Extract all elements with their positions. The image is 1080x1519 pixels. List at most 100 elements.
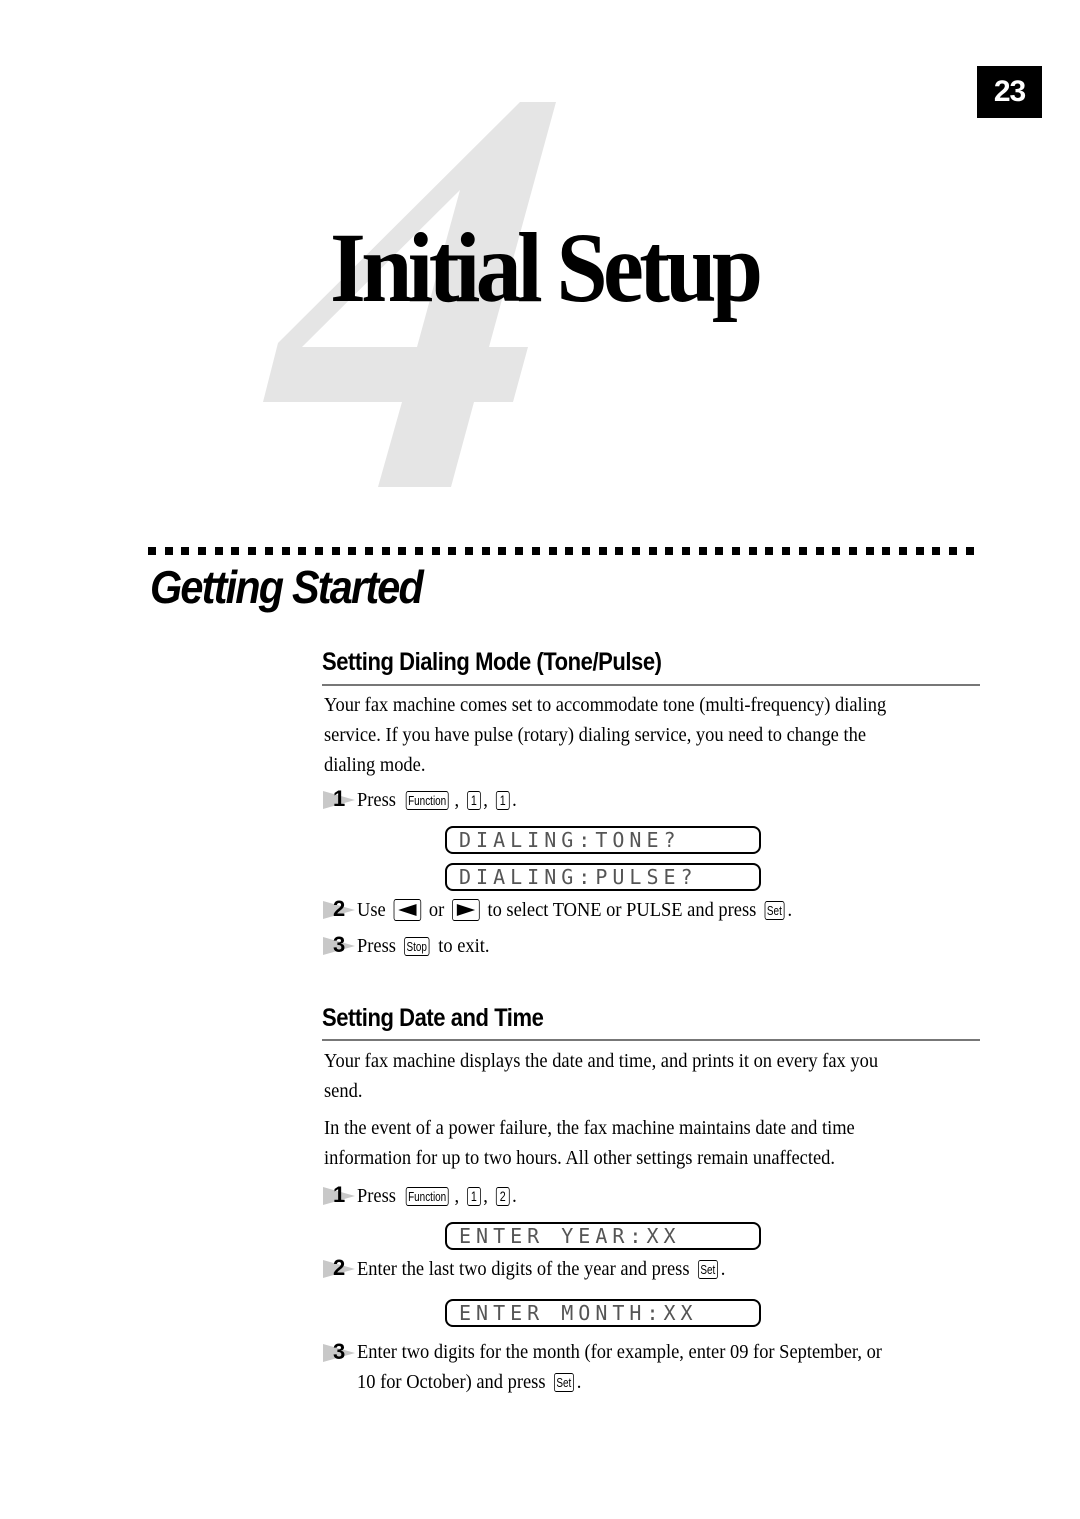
- divider-square: [231, 547, 240, 555]
- divider-square: [465, 547, 474, 555]
- divider-square: [364, 547, 373, 555]
- divider-square: [164, 547, 173, 555]
- page-number-badge: 23: [977, 66, 1042, 118]
- divider-square: [848, 547, 857, 555]
- paragraph-line: Your fax machine comes set to accommodat…: [324, 694, 887, 716]
- step-marker: 1: [323, 786, 357, 812]
- lcd-display: DIALING:PULSE?: [445, 863, 761, 891]
- step-number: 2: [333, 896, 346, 921]
- step-text: Use: [357, 898, 386, 921]
- step-text: Press: [357, 934, 396, 957]
- divider-square: [915, 547, 924, 555]
- divider-square: [198, 547, 207, 555]
- step-marker: 2: [323, 896, 357, 922]
- function-key[interactable]: Function: [406, 790, 449, 810]
- left-arrow-icon: [398, 904, 417, 916]
- dialing-step-2: 2 Use or to select TONE or PULSE and pre…: [323, 896, 840, 922]
- dialing-step-1: 1 Press Function, 1, 1.: [323, 786, 535, 812]
- divider-square: [832, 547, 841, 555]
- step-text: to exit.: [438, 934, 490, 957]
- divider-square: [865, 547, 874, 555]
- divider-square: [949, 547, 957, 555]
- divider-square: [331, 547, 340, 555]
- divider-square: [548, 547, 557, 555]
- step-text: .: [512, 1184, 517, 1207]
- step-marker: 1: [323, 1182, 357, 1208]
- divider-square: [882, 547, 891, 555]
- step-text: Press: [357, 788, 396, 811]
- lcd-display: ENTER MONTH:XX: [445, 1299, 761, 1327]
- set-key[interactable]: Set: [764, 900, 784, 920]
- set-key[interactable]: Set: [697, 1259, 718, 1279]
- step-text: Enter two digits for the month (for exam…: [357, 1341, 882, 1363]
- paragraph-line: dialing mode.: [324, 754, 426, 776]
- digit-key-1[interactable]: 1: [495, 790, 510, 810]
- divider-square: [348, 547, 357, 555]
- divider-square: [732, 547, 741, 555]
- divider-square: [565, 547, 574, 555]
- divider-square: [965, 547, 974, 555]
- heading-rule: [322, 1039, 980, 1041]
- divider-square: [615, 547, 624, 555]
- step-marker: 2: [323, 1255, 357, 1281]
- divider-square: [381, 547, 390, 555]
- divider-square: [498, 547, 507, 555]
- right-arrow-key[interactable]: [452, 899, 480, 921]
- divider-square: [765, 547, 774, 555]
- date-time-heading: Setting Date and Time: [322, 1004, 544, 1032]
- divider-square: [431, 547, 440, 555]
- divider-square: [181, 547, 190, 555]
- dialing-intro: Your fax machine comes set to accommodat…: [324, 690, 990, 780]
- stop-key[interactable]: Stop: [404, 936, 430, 956]
- step-text: .: [512, 788, 517, 811]
- divider-square: [264, 547, 273, 555]
- lcd-display: DIALING:TONE?: [445, 826, 761, 854]
- function-key[interactable]: Function: [406, 1186, 449, 1206]
- step-text: Enter the last two digits of the year an…: [357, 1257, 690, 1280]
- dialing-mode-heading: Setting Dialing Mode (Tone/Pulse): [322, 648, 662, 676]
- set-key[interactable]: Set: [553, 1372, 574, 1392]
- divider-square: [698, 547, 707, 555]
- divider-square: [598, 547, 607, 555]
- divider-square: [148, 547, 156, 555]
- paragraph-line: In the event of a power failure, the fax…: [324, 1117, 855, 1139]
- step-marker: 3: [323, 1339, 357, 1365]
- divider-square: [898, 547, 907, 555]
- page-number: 23: [993, 75, 1026, 108]
- paragraph-line: Your fax machine displays the date and t…: [324, 1050, 879, 1072]
- step-text: .: [576, 1371, 582, 1393]
- divider-square: [631, 547, 640, 555]
- divider-square: [314, 547, 323, 555]
- left-arrow-key[interactable]: [393, 899, 422, 921]
- divider-square: [214, 547, 223, 555]
- digit-key-2[interactable]: 2: [495, 1186, 510, 1206]
- step-number: 2: [333, 1255, 346, 1280]
- divider-square: [748, 547, 757, 555]
- step-text: .: [787, 898, 793, 921]
- chapter-title: Initial Setup: [330, 212, 763, 323]
- step-text: 10 for October) and press: [357, 1371, 546, 1393]
- step-number: 3: [333, 932, 346, 957]
- section-title: Getting Started: [150, 561, 424, 613]
- divider-square: [398, 547, 407, 555]
- divider-square: [665, 547, 674, 555]
- divider-square: [415, 547, 423, 555]
- power-failure-note: In the event of a power failure, the fax…: [324, 1113, 990, 1173]
- divider-square: [448, 547, 457, 555]
- divider-square: [531, 547, 540, 555]
- lcd-display: ENTER YEAR:XX: [445, 1222, 761, 1250]
- step-text: to select TONE or PULSE and press: [487, 898, 757, 921]
- right-arrow-icon: [456, 904, 476, 916]
- divider-square: [298, 547, 307, 555]
- step-text: .: [720, 1257, 726, 1280]
- digit-key-1[interactable]: 1: [466, 1186, 481, 1206]
- divider-square: [515, 547, 524, 555]
- step-number: 1: [333, 1182, 346, 1207]
- digit-key-1[interactable]: 1: [466, 790, 481, 810]
- divider-square: [782, 547, 791, 555]
- date-step-3: 3 Enter two digits for the month (for ex…: [323, 1337, 940, 1397]
- paragraph-line: send.: [324, 1080, 363, 1102]
- divider-square: [682, 547, 690, 555]
- divider-square: [648, 547, 657, 555]
- step-text: Press: [357, 1184, 396, 1207]
